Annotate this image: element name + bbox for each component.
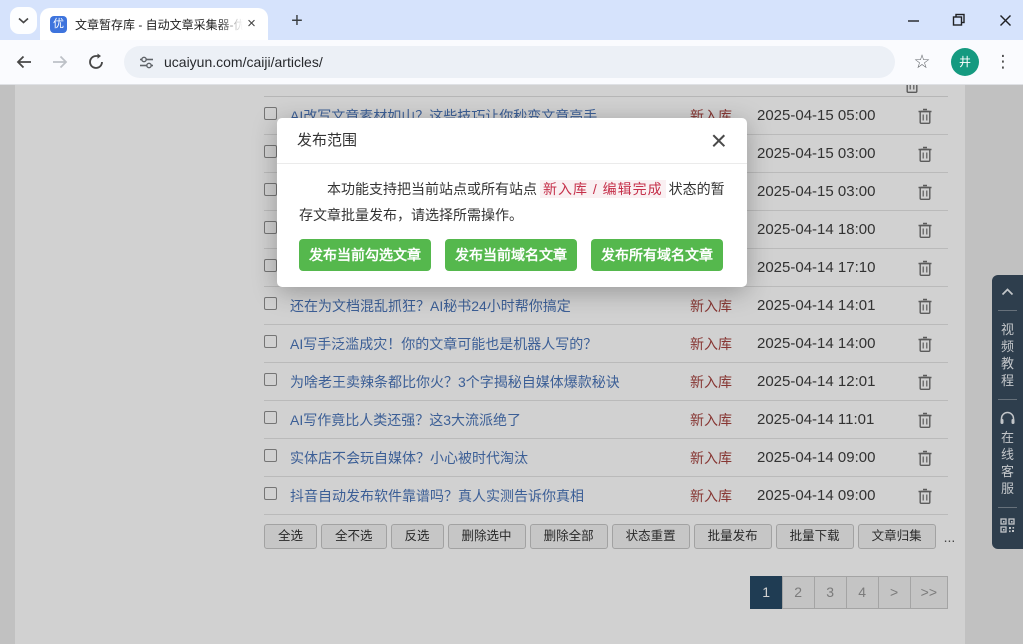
forward-arrow-icon bbox=[51, 53, 69, 71]
minimize-icon bbox=[907, 14, 920, 27]
restore-button[interactable] bbox=[949, 10, 969, 30]
modal-close-icon[interactable]: × bbox=[705, 124, 733, 158]
modal-description: 本功能支持把当前站点或所有站点新入库 / 编辑完成状态的暂存文章批量发布，请选择… bbox=[299, 176, 725, 228]
browser-menu-icon[interactable]: ⋮ bbox=[991, 47, 1015, 77]
tab-list-chevron-button[interactable] bbox=[10, 7, 37, 34]
status-highlight-new: 新入库 bbox=[543, 181, 588, 197]
browser-toolbar: ucaiyun.com/caiji/articles/ ☆ 井 ⋮ bbox=[0, 40, 1023, 85]
profile-avatar[interactable]: 井 bbox=[951, 48, 979, 76]
publish-action-button[interactable]: 发布所有域名文章 bbox=[591, 239, 723, 271]
highlight-separator: / bbox=[593, 181, 598, 197]
tab-close-icon[interactable]: × bbox=[243, 16, 260, 33]
forward-button[interactable] bbox=[44, 46, 76, 78]
reload-button[interactable] bbox=[80, 46, 112, 78]
browser-tab-strip: 优 文章暂存库 - 自动文章采集器-优 × + bbox=[0, 0, 1023, 40]
publish-scope-modal: 发布范围 × 本功能支持把当前站点或所有站点新入库 / 编辑完成状态的暂存文章批… bbox=[277, 118, 747, 287]
publish-action-button[interactable]: 发布当前域名文章 bbox=[445, 239, 577, 271]
site-favicon: 优 bbox=[50, 16, 67, 33]
minimize-button[interactable] bbox=[903, 10, 923, 30]
publish-action-button[interactable]: 发布当前勾选文章 bbox=[299, 239, 431, 271]
restore-icon bbox=[952, 13, 966, 27]
window-controls bbox=[903, 0, 1015, 40]
back-arrow-icon bbox=[15, 53, 33, 71]
status-highlight-edited: 编辑完成 bbox=[603, 181, 663, 197]
back-button[interactable] bbox=[8, 46, 40, 78]
reload-icon bbox=[87, 53, 105, 71]
modal-title: 发布范围 bbox=[277, 118, 747, 164]
description-text: 本功能支持把当前站点或所有站点 bbox=[327, 181, 537, 197]
close-button[interactable] bbox=[995, 10, 1015, 30]
bookmark-star-icon[interactable]: ☆ bbox=[907, 47, 937, 77]
modal-actions: 发布当前勾选文章发布当前域名文章发布所有域名文章 bbox=[299, 239, 725, 271]
new-tab-button[interactable]: + bbox=[283, 8, 311, 36]
status-highlights: 新入库 / 编辑完成 bbox=[540, 180, 666, 198]
browser-tab[interactable]: 优 文章暂存库 - 自动文章采集器-优 × bbox=[40, 8, 268, 40]
url-text: ucaiyun.com/caiji/articles/ bbox=[164, 54, 323, 70]
close-icon bbox=[999, 14, 1012, 27]
url-bar[interactable]: ucaiyun.com/caiji/articles/ bbox=[124, 46, 895, 78]
site-settings-icon bbox=[138, 54, 155, 71]
tab-title: 文章暂存库 - 自动文章采集器-优 bbox=[75, 16, 243, 32]
chevron-down-icon bbox=[18, 17, 29, 24]
